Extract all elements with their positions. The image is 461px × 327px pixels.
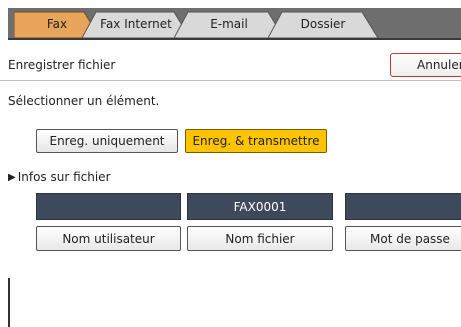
triangle-right-icon: ▶ (8, 171, 16, 183)
file-info-label: Infos sur fichier (17, 170, 111, 184)
file-name-button[interactable]: Nom fichier (187, 226, 333, 251)
save-only-button[interactable]: Enreg. uniquement (36, 129, 178, 153)
cancel-button[interactable]: Annuler (390, 53, 461, 77)
password-value (345, 193, 461, 220)
tab-fax-label: Fax (46, 17, 68, 31)
instruction-text: Sélectionner un élément. (8, 94, 160, 108)
user-name-button[interactable]: Nom utilisateur (36, 226, 181, 251)
tab-dossier[interactable]: Dossier (268, 10, 378, 38)
password-button[interactable]: Mot de passe (345, 226, 461, 251)
page-title: Enregistrer fichier (8, 58, 116, 72)
tab-fax-internet-label: Fax Internet (100, 17, 172, 31)
save-and-send-button[interactable]: Enreg. & transmettre (185, 129, 327, 153)
tab-bar: Fax Fax Internet E-mail Dossier (0, 0, 461, 40)
file-info-section: ▶ Infos sur fichier (8, 170, 111, 184)
divider-line (8, 278, 10, 327)
tab-email-label: E-mail (210, 17, 248, 31)
save-file-screen: Fax Fax Internet E-mail Dossier Enregist… (0, 0, 461, 327)
title-row: Enregistrer fichier Annuler (0, 52, 461, 81)
file-name-value: FAX0001 (187, 193, 333, 220)
tab-dossier-label: Dossier (300, 17, 346, 31)
user-name-value (36, 193, 181, 220)
